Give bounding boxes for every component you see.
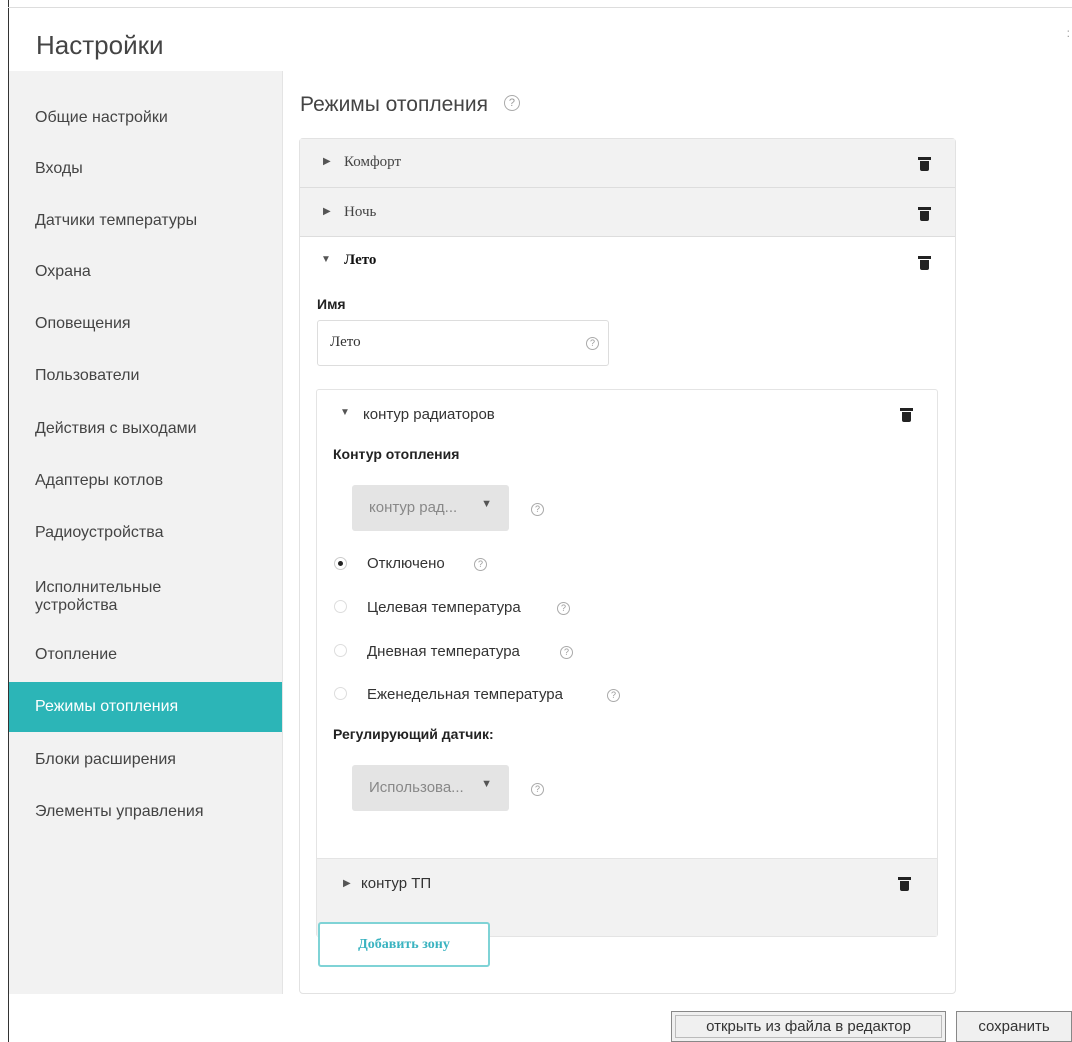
mode-label: Лето (344, 252, 377, 268)
radio-disabled[interactable] (334, 557, 347, 570)
caret-right-icon: ▶ (323, 156, 331, 167)
sidebar-item-output-actions[interactable]: Действия с выходами (9, 404, 282, 454)
mode-label: Ночь (344, 204, 377, 220)
sidebar-item-heating-modes[interactable]: Режимы отопления (9, 682, 282, 732)
trash-icon[interactable] (918, 256, 931, 270)
help-icon[interactable]: ? (560, 646, 573, 659)
sensor-label: Регулирующий датчик: (333, 726, 494, 742)
caret-down-icon: ▼ (340, 407, 350, 418)
radio-label: Целевая температура (367, 599, 521, 616)
sidebar-item-label: Общие настройки (35, 109, 168, 126)
caret-right-icon: ▶ (343, 878, 351, 889)
zone-label: контур радиаторов (363, 406, 495, 423)
sidebar-item-heating[interactable]: Отопление (9, 630, 282, 680)
sidebar-item-boiler-adapters[interactable]: Адаптеры котлов (9, 456, 282, 506)
sensor-select[interactable]: Использова... ▼ (352, 765, 509, 811)
caret-right-icon: ▶ (323, 206, 331, 217)
trash-icon[interactable] (900, 408, 913, 422)
name-field[interactable]: ? (317, 320, 609, 366)
mode-header-comfort[interactable]: ▶ Комфорт (300, 139, 955, 188)
sidebar-item-label: Исполнительные устройства (35, 579, 162, 614)
sidebar-item-inputs[interactable]: Входы (9, 144, 282, 194)
mode-label: Комфорт (344, 154, 402, 170)
sidebar-item-users[interactable]: Пользователи (9, 351, 282, 401)
zones-panel (316, 389, 938, 937)
section-title: Режимы отопления? (300, 93, 520, 117)
mode-header-night[interactable]: ▶ Ночь (300, 188, 955, 237)
sidebar-item-expansion-blocks[interactable]: Блоки расширения (9, 735, 282, 785)
sidebar-item-notifications[interactable]: Оповещения (9, 299, 282, 349)
sidebar-item-actuators[interactable]: Исполнительные устройства (9, 569, 282, 625)
trash-icon[interactable] (918, 207, 931, 221)
sidebar-item-temp-sensors[interactable]: Датчики температуры (9, 196, 282, 246)
page-title: Настройки (36, 30, 164, 60)
sidebar-item-label: Отопление (35, 646, 118, 663)
radio-label: Дневная температура (367, 643, 520, 660)
trash-icon[interactable] (898, 877, 911, 891)
help-icon[interactable]: ? (557, 602, 570, 615)
radio-weekly-temp[interactable] (334, 687, 347, 700)
sidebar-item-label: Пользователи (35, 367, 140, 384)
sidebar-item-general[interactable]: Общие настройки (9, 93, 282, 143)
radio-target-temp[interactable] (334, 600, 347, 613)
sidebar-item-security[interactable]: Охрана (9, 247, 282, 297)
name-input[interactable] (328, 333, 562, 352)
caret-down-icon: ▼ (321, 254, 331, 265)
save-button[interactable]: сохранить (956, 1011, 1072, 1042)
sidebar-item-label: Действия с выходами (35, 420, 197, 437)
open-from-file-button[interactable]: открыть из файла в редактор (671, 1011, 946, 1042)
trash-icon[interactable] (918, 157, 931, 171)
circuit-label: Контур отопления (333, 446, 460, 462)
add-zone-button[interactable]: Добавить зону (318, 922, 490, 967)
sidebar-item-label: Радиоустройства (35, 524, 164, 541)
sidebar-item-label: Режимы отопления (35, 698, 179, 715)
sidebar-item-label: Блоки расширения (35, 751, 176, 768)
zone-header-radiators[interactable]: ▼ контур радиаторов (317, 390, 937, 436)
sidebar-item-label: Оповещения (35, 315, 131, 332)
sidebar-item-controls[interactable]: Элементы управления (9, 787, 282, 837)
radio-label: Отключено (367, 555, 445, 572)
sidebar-item-radio-devices[interactable]: Радиоустройства (9, 508, 282, 558)
help-icon[interactable]: ? (586, 337, 599, 350)
corner-mark: : (1066, 26, 1070, 40)
help-icon[interactable]: ? (531, 783, 544, 796)
sensor-select-value: Использова... (369, 779, 464, 796)
save-label: сохранить (978, 1018, 1050, 1035)
help-icon[interactable]: ? (474, 558, 487, 571)
sidebar-item-label: Датчики температуры (35, 212, 198, 229)
chevron-down-icon: ▼ (481, 778, 492, 790)
section-title-text: Режимы отопления (300, 93, 488, 116)
sidebar-item-label: Охрана (35, 263, 91, 280)
open-from-file-label: открыть из файла в редактор (706, 1018, 911, 1035)
radio-label: Еженедельная температура (367, 686, 563, 703)
help-icon[interactable]: ? (531, 503, 544, 516)
name-field-label: Имя (317, 296, 346, 312)
help-icon[interactable]: ? (503, 95, 520, 112)
sidebar: Общие настройки Входы Датчики температур… (9, 71, 283, 994)
circuit-select-value: контур рад... (369, 499, 458, 516)
circuit-select[interactable]: контур рад... ▼ (352, 485, 509, 531)
zone-label: контур ТП (361, 875, 432, 892)
window-top-border (8, 7, 1072, 8)
radio-day-temp[interactable] (334, 644, 347, 657)
sidebar-item-label: Элементы управления (35, 803, 204, 820)
sidebar-item-label: Адаптеры котлов (35, 472, 164, 489)
mode-header-summer[interactable]: ▼ Лето (300, 237, 955, 286)
chevron-down-icon: ▼ (481, 498, 492, 510)
help-icon[interactable]: ? (607, 689, 620, 702)
sidebar-item-label: Входы (35, 160, 83, 177)
